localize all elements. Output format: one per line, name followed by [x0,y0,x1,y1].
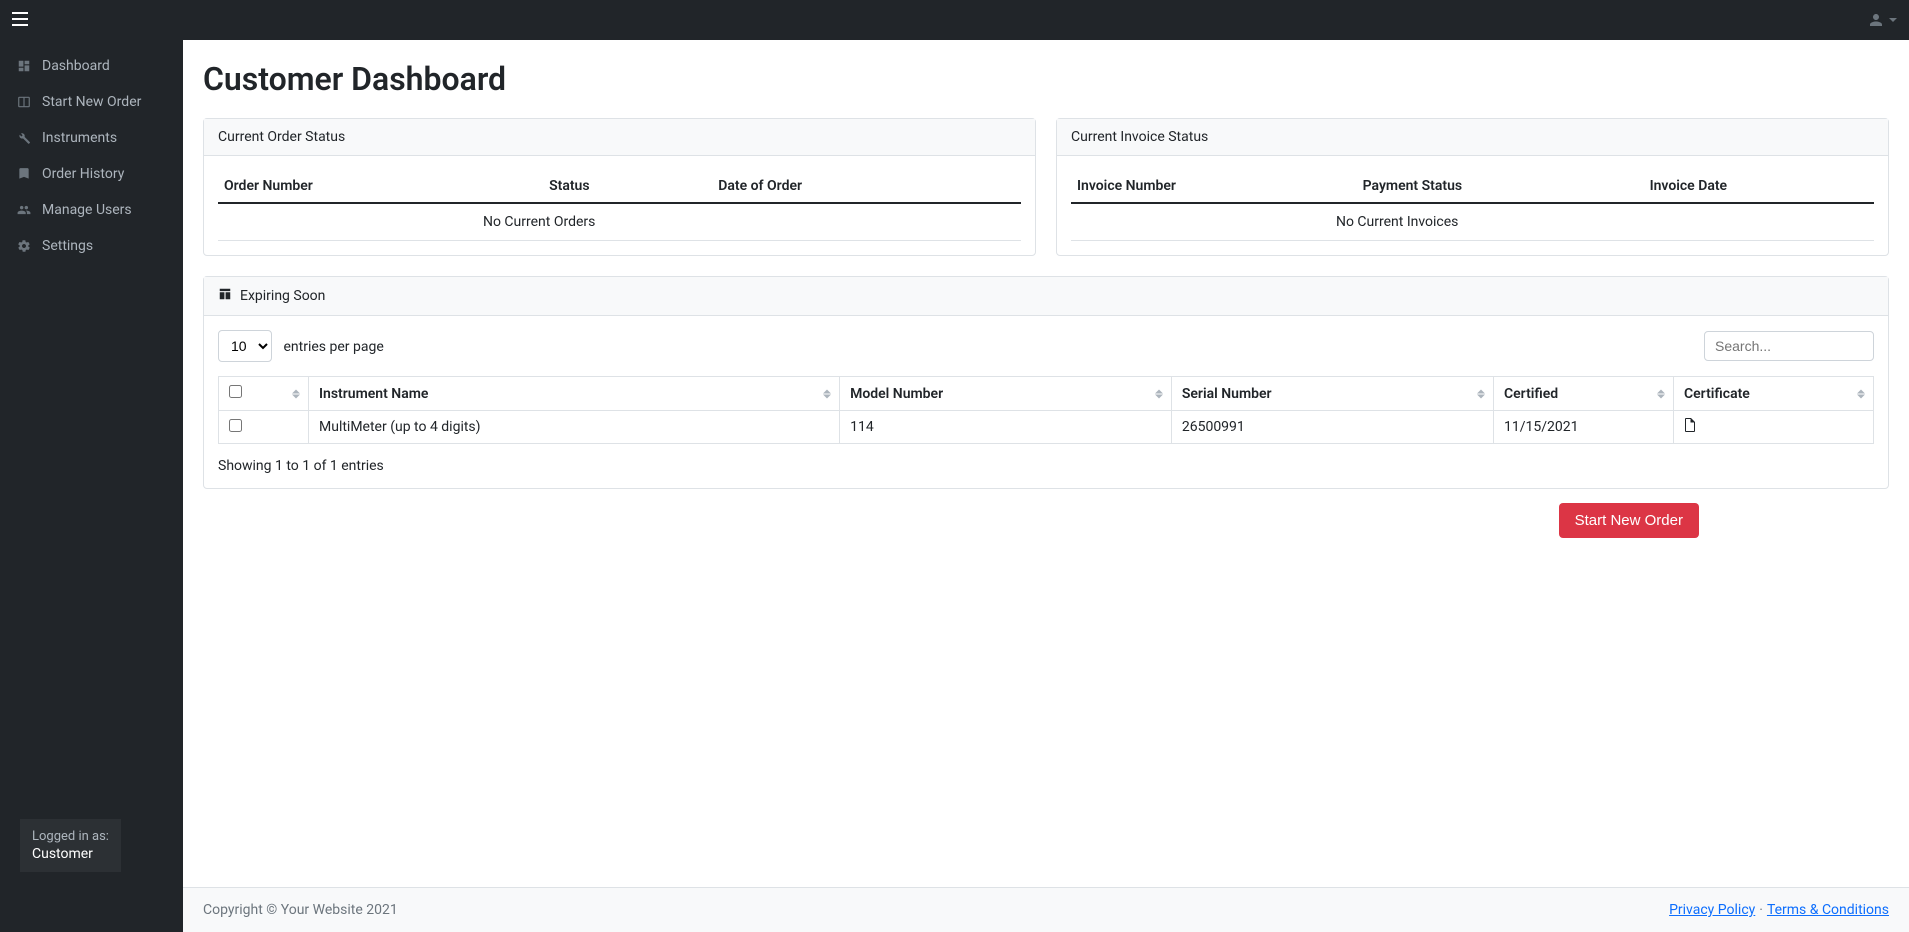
hamburger-icon[interactable] [12,11,28,30]
showing-entries: Showing 1 to 1 of 1 entries [218,458,1874,474]
col-serial-number[interactable]: Serial Number [1171,377,1493,411]
wrench-icon [16,131,32,145]
pdf-icon[interactable] [1684,418,1696,436]
login-info: Logged in as: Customer [20,819,121,872]
columns-icon [16,95,32,109]
caret-down-icon [1889,18,1897,22]
sidebar: Dashboard Start New Order Instruments Or… [0,40,183,932]
col-instrument-name[interactable]: Instrument Name [309,377,840,411]
start-new-order-button[interactable]: Start New Order [1559,503,1699,538]
sidebar-item-label: Manage Users [42,202,132,218]
copyright: Copyright © Your Website 2021 [203,902,398,918]
cell-model-number: 114 [840,411,1172,444]
current-invoice-status-card: Current Invoice Status Invoice Number Pa… [1056,118,1889,256]
card-header: Current Invoice Status [1057,119,1888,156]
page-title: Customer Dashboard [203,60,1889,98]
sidebar-item-label: Instruments [42,130,117,146]
card-header: Expiring Soon [204,277,1888,316]
privacy-policy-link[interactable]: Privacy Policy [1669,902,1755,918]
col-invoice-number[interactable]: Invoice Number [1071,170,1357,203]
row-checkbox[interactable] [229,419,242,432]
login-role: Customer [32,846,109,862]
sidebar-item-label: Settings [42,238,93,254]
sidebar-item-label: Dashboard [42,58,110,74]
sidebar-item-instruments[interactable]: Instruments [0,120,183,156]
select-all-checkbox[interactable] [229,385,242,398]
book-icon [16,167,32,181]
user-icon [1867,11,1885,29]
orders-table: Order Number Status Date of Order No Cur… [218,170,1021,241]
invoices-table: Invoice Number Payment Status Invoice Da… [1071,170,1874,241]
sidebar-item-order-history[interactable]: Order History [0,156,183,192]
sidebar-item-label: Start New Order [42,94,141,110]
col-certificate[interactable]: Certificate [1674,377,1874,411]
sidebar-item-label: Order History [42,166,124,182]
expiring-soon-card: Expiring Soon 10 entries per page [203,276,1889,489]
col-status[interactable]: Status [543,170,712,203]
col-checkbox[interactable] [219,377,309,411]
col-payment-status[interactable]: Payment Status [1357,170,1644,203]
footer: Copyright © Your Website 2021 Privacy Po… [183,887,1909,932]
entries-label: entries per page [283,339,383,355]
topbar [0,0,1909,40]
card-header-label: Expiring Soon [240,288,325,304]
current-order-status-card: Current Order Status Order Number Status… [203,118,1036,256]
invoices-empty: No Current Invoices [1071,203,1874,241]
cell-serial-number: 26500991 [1171,411,1493,444]
cell-instrument-name: MultiMeter (up to 4 digits) [309,411,840,444]
entries-per-page-select[interactable]: 10 [218,330,272,362]
table-icon [218,287,232,305]
col-certified[interactable]: Certified [1494,377,1674,411]
sidebar-item-manage-users[interactable]: Manage Users [0,192,183,228]
expiring-table: Instrument Name Model Number Serial Numb… [218,376,1874,444]
cell-certified: 11/15/2021 [1494,411,1674,444]
dashboard-icon [16,59,32,73]
col-date-of-order[interactable]: Date of Order [712,170,1021,203]
col-order-number[interactable]: Order Number [218,170,543,203]
search-input[interactable] [1704,331,1874,361]
sidebar-item-settings[interactable]: Settings [0,228,183,264]
sidebar-item-dashboard[interactable]: Dashboard [0,48,183,84]
orders-empty: No Current Orders [218,203,1021,241]
card-header: Current Order Status [204,119,1035,156]
login-prefix: Logged in as: [32,829,109,844]
main: Customer Dashboard Current Order Status … [183,40,1909,932]
col-invoice-date[interactable]: Invoice Date [1644,170,1874,203]
sidebar-item-start-new-order[interactable]: Start New Order [0,84,183,120]
users-icon [16,203,32,217]
cell-certificate [1674,411,1874,444]
col-model-number[interactable]: Model Number [840,377,1172,411]
table-row: MultiMeter (up to 4 digits) 114 26500991… [219,411,1874,444]
terms-link[interactable]: Terms & Conditions [1767,902,1889,918]
user-menu[interactable] [1867,11,1897,29]
separator: · [1759,902,1763,918]
gear-icon [16,239,32,253]
